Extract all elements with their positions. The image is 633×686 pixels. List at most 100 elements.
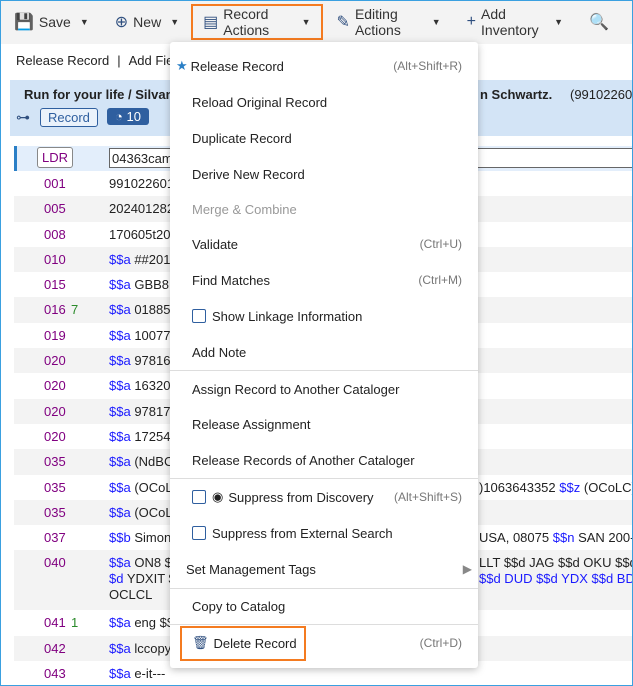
field-tag[interactable]: 019 [44,328,66,343]
menu-item-add-note[interactable]: Add Note [170,337,478,367]
field-tag[interactable]: 041 [44,615,66,630]
menu-item-merge: Merge & Combine [170,194,478,224]
menu-item-suppress-discovery[interactable]: ◉ Suppress from Discovery (Alt+Shift+S) [170,482,478,512]
field-tag[interactable]: 035 [44,505,66,520]
menu-item-show-linkage[interactable]: Show Linkage Information [170,301,478,331]
menu-item-release-record[interactable]: ★ Release Record (Alt+Shift+R) [170,51,478,81]
field-value[interactable]: $$a 97816 [109,353,170,369]
menu-item-suppress-external[interactable]: Suppress from External Search [170,518,478,548]
field-tag[interactable]: 043 [44,666,66,681]
new-button[interactable]: ⊕ New ▼ [113,6,181,38]
caret-down-icon: ▼ [431,17,441,27]
field-value-tail: LLT $$d JAG $$d OKU $$d $$d DUD $$d YDX $… [479,555,633,587]
field-tag[interactable]: 020 [44,353,66,368]
subfield-text: ON8 $ [134,555,172,571]
checkbox[interactable] [192,309,206,323]
subfield-text: 10077 [134,327,171,343]
save-icon: 💾 [14,14,34,31]
menu-item-derive[interactable]: Derive New Record [170,159,478,189]
field-value[interactable]: $$a 01885 [109,302,170,318]
field-tag[interactable]: 037 [44,530,66,545]
menu-item-find-matches[interactable]: Find Matches (Ctrl+M) [170,265,478,295]
menu-item-duplicate[interactable]: Duplicate Record [170,123,478,153]
field-value[interactable]: 170605t20 [109,227,170,243]
editing-actions-button[interactable]: ✎ Editing Actions ▼ [335,6,443,38]
field-value[interactable]: $$a 17254 [109,429,170,445]
field-tag[interactable]: 005 [44,201,66,216]
chevron-right-icon: ▶ [462,562,472,576]
subfield-text: 991022601 [109,176,175,191]
subfield-text: (NdBC [134,454,174,470]
field-tag[interactable]: 020 [44,404,66,419]
subfield-text: YDXIT $ [126,571,176,587]
caret-down-icon: ▼ [79,17,89,27]
subfield-code: $d [109,571,124,587]
add-inventory-button[interactable]: + Add Inventory ▼ [465,6,565,38]
label: Release Records of Another Cataloger [192,452,415,468]
field-value[interactable]: $$a ON8 $ $d YDXIT $ OCLCL [109,555,176,603]
checkbox[interactable] [192,526,206,540]
field-tag[interactable]: 008 [44,227,66,242]
menu-item-release-other[interactable]: Release Records of Another Cataloger [170,445,478,475]
field-tag[interactable]: 040 [44,555,66,570]
field-value[interactable]: $$a 10077 [109,328,170,344]
field-tag[interactable]: 035 [44,454,66,469]
field-value[interactable]: $$a (NdBC [109,454,173,470]
subfield-text: eng $$ [134,615,175,631]
field-value[interactable]: 991022601 [109,176,174,192]
menu-item-assign[interactable]: Assign Record to Another Cataloger [170,374,478,404]
field-tag[interactable]: 016 [44,302,66,317]
field-value[interactable]: 202401282 [109,201,174,217]
menu-item-validate[interactable]: Validate (Ctrl+U) [170,229,478,259]
field-value[interactable]: $$a e-it--- [109,666,165,682]
caret-down-icon: ▼ [554,17,564,27]
field-value[interactable]: $$b Simon [109,530,171,546]
field-indicator[interactable]: 1 [71,615,78,630]
record-actions-button[interactable]: ▤ Record Actions ▼ [191,4,323,40]
label: Find Matches [192,272,271,288]
menu-item-reload[interactable]: Reload Original Record [170,87,478,117]
subfield-text: Simon [134,530,172,546]
divider [170,588,478,589]
menu-item-delete-record[interactable]: 🗑 Delete Record (Ctrl+D) [170,628,478,658]
field-value[interactable]: $$a ##201 [109,252,170,268]
field-tag[interactable]: 020 [44,378,66,393]
field-tag[interactable]: 010 [44,252,66,267]
eye-icon: ◉ [212,489,224,504]
field-value[interactable]: $$a (OCoL [109,505,173,521]
field-value[interactable]: $$a 16320 [109,378,170,394]
field-value[interactable]: $$a 97817 [109,404,170,420]
field-indicator[interactable]: 7 [71,302,78,317]
release-record-link[interactable]: Release Record [16,53,109,68]
label: Show Linkage Information [212,308,363,324]
field-tag[interactable]: 015 [44,277,66,292]
field-value[interactable]: $$a (OCoL [109,480,173,496]
checkbox[interactable] [192,490,206,504]
field-value[interactable]: $$a lccopy [109,641,171,657]
field-value[interactable]: $$a eng $$ [109,615,174,631]
label: Release Record [190,58,284,74]
subfield-code: $$a [109,454,131,470]
subfield-text: 202401282 [109,201,175,217]
label: Delete Record [213,635,297,651]
plus-circle-icon: ⊕ [114,14,129,31]
field-tag[interactable]: 001 [44,176,66,191]
menu-item-copy-to-catalog[interactable]: Copy to Catalog [170,591,478,621]
menu-item-release-assignment[interactable]: Release Assignment [170,409,478,439]
search-button[interactable]: 🔍 [587,6,611,38]
gauge-badge[interactable]: ◔ 10 [107,108,149,125]
field-tag[interactable]: 035 [44,480,66,495]
save-button[interactable]: 💾 Save ▼ [12,6,91,38]
shortcut: (Ctrl+M) [418,273,462,287]
hierarchy-icon[interactable]: ⊶ [16,109,30,126]
record-type-badge[interactable]: Record [40,108,98,127]
divider [170,478,478,479]
field-tag[interactable]: 042 [44,641,66,656]
separator: | [117,52,121,68]
search-icon: 🔍 [589,14,609,31]
menu-item-management-tags[interactable]: Set Management Tags ▶ [170,554,478,584]
field-tag[interactable]: LDR [37,147,74,168]
field-tag[interactable]: 020 [44,429,66,444]
field-value[interactable]: $$a GBB8 [109,277,169,293]
subfield-text: lccopy [134,640,172,656]
